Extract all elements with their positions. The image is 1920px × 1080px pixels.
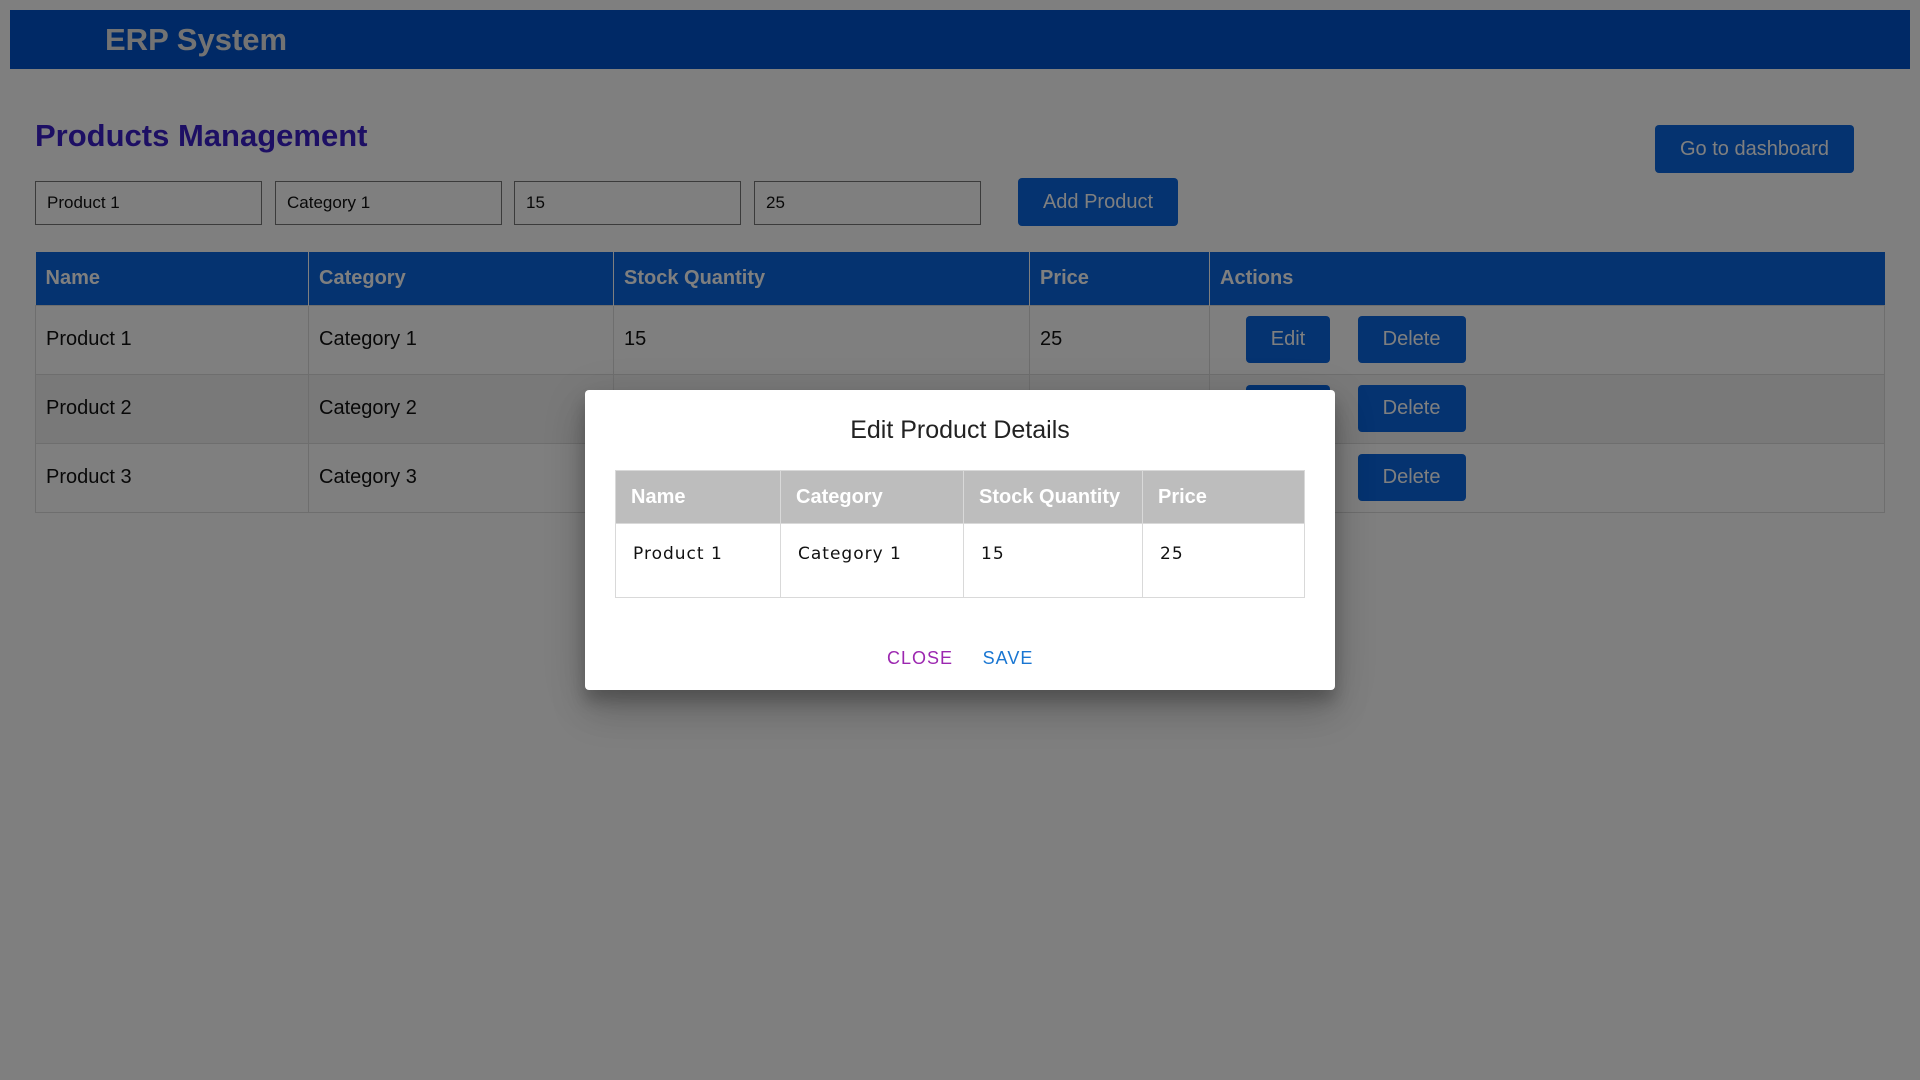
- edit-product-dialog: Edit Product Details Name Category Stock…: [585, 390, 1335, 690]
- edit-product-table: Name Category Stock Quantity Price Produ…: [615, 470, 1305, 598]
- dialog-header-row: Name Category Stock Quantity Price: [615, 470, 1305, 524]
- close-button[interactable]: CLOSE: [880, 643, 960, 673]
- dialog-header-stock: Stock Quantity: [963, 470, 1143, 524]
- edit-stock-field[interactable]: 15: [963, 523, 1143, 598]
- dialog-edit-row: Product 1 Category 1 15 25: [615, 523, 1305, 598]
- dialog-header-category: Category: [780, 470, 964, 524]
- save-button[interactable]: SAVE: [973, 643, 1043, 673]
- dialog-header-name: Name: [615, 470, 781, 524]
- edit-name-field[interactable]: Product 1: [615, 523, 781, 598]
- dialog-header-price: Price: [1142, 470, 1305, 524]
- edit-price-field[interactable]: 25: [1142, 523, 1305, 598]
- dialog-title: Edit Product Details: [850, 416, 1070, 444]
- edit-category-field[interactable]: Category 1: [780, 523, 964, 598]
